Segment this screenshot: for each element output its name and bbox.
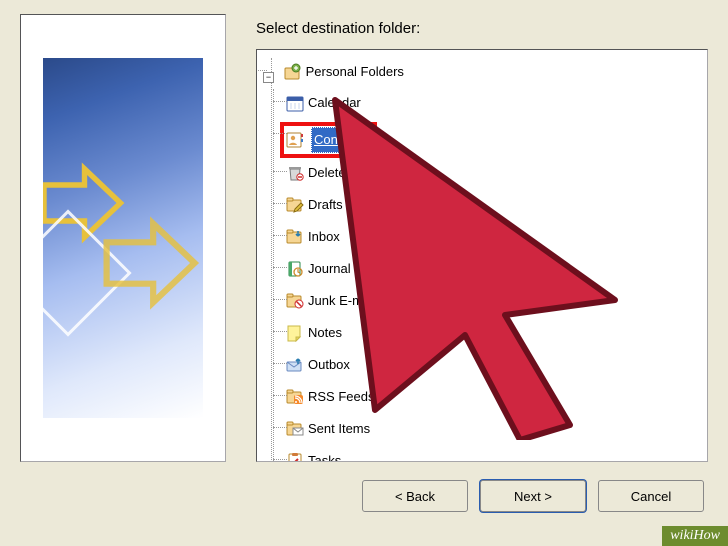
calendar-icon: [286, 94, 304, 112]
journal-icon: [286, 260, 304, 278]
tree-item-label: Deleted Items: [308, 161, 388, 185]
instruction-label: Select destination folder:: [256, 20, 708, 37]
tree-item-sent-items[interactable]: Sent Items: [283, 416, 373, 442]
tree-item-label: RSS Feeds: [308, 385, 374, 409]
tree-item-drafts[interactable]: Drafts: [283, 192, 346, 218]
tree-root-personal-folders[interactable]: Personal Folders: [281, 59, 407, 85]
outbox-icon: [286, 356, 304, 374]
notes-icon: [286, 324, 304, 342]
tree-item-deleted-items[interactable]: Deleted Items: [283, 160, 391, 186]
sent-items-icon: [286, 420, 304, 438]
tree-item-label: Inbox: [308, 225, 340, 249]
tree-item-label: Personal Folders: [306, 60, 404, 84]
tree-item-outbox[interactable]: Outbox: [283, 352, 353, 378]
folder-tree[interactable]: − Personal Folders Calendar Contacts Delet…: [256, 49, 708, 462]
tree-item-journal[interactable]: Journal: [283, 256, 354, 282]
next-button[interactable]: Next >: [480, 480, 586, 512]
tree-item-label: Calendar: [308, 91, 361, 115]
tree-item-label: Contacts: [311, 127, 368, 153]
tree-item-rss-feeds[interactable]: RSS Feeds: [283, 384, 377, 410]
deleted-items-icon: [286, 164, 304, 182]
tree-item-label: Tasks: [308, 449, 341, 462]
watermark: wikiHow: [662, 526, 728, 546]
import-export-wizard-step: Select destination folder: − Personal Fo…: [0, 0, 728, 546]
tree-item-label: Sent Items: [308, 417, 370, 441]
cancel-button[interactable]: Cancel: [598, 480, 704, 512]
tree-item-inbox[interactable]: Inbox: [283, 224, 343, 250]
right-area: Select destination folder: − Personal Fo…: [256, 14, 708, 462]
expand-toggle[interactable]: −: [263, 72, 274, 83]
tree-item-label: Outbox: [308, 353, 350, 377]
junk-e-mail-icon: [286, 292, 304, 310]
tree-item-junk-e-mail[interactable]: Junk E-mail: [283, 288, 379, 314]
personal-folders-icon: [284, 63, 302, 81]
decor-arrow-icon: [96, 211, 200, 315]
tree-item-contacts[interactable]: Contacts: [308, 126, 371, 154]
drafts-icon: [286, 196, 304, 214]
wizard-graphic: [43, 58, 203, 418]
rss-feeds-icon: [286, 388, 304, 406]
tree-item-label: Junk E-mail: [308, 289, 376, 313]
dialog-button-row: < Back Next > Cancel: [20, 480, 708, 512]
dialog-content: Select destination folder: − Personal Fo…: [20, 14, 708, 462]
inbox-icon: [286, 228, 304, 246]
tree-item-tasks[interactable]: Tasks: [283, 448, 344, 462]
tree-item-calendar[interactable]: Calendar: [283, 90, 364, 116]
tree-item-label: Drafts: [308, 193, 343, 217]
tasks-icon: [286, 452, 304, 462]
tree-item-label: Journal: [308, 257, 351, 281]
contacts-icon: [286, 131, 304, 149]
wizard-side-panel: [20, 14, 226, 462]
tutorial-highlight: Contacts: [280, 122, 377, 158]
tree-item-label: Notes: [308, 321, 342, 345]
tree-item-notes[interactable]: Notes: [283, 320, 345, 346]
back-button[interactable]: < Back: [362, 480, 468, 512]
